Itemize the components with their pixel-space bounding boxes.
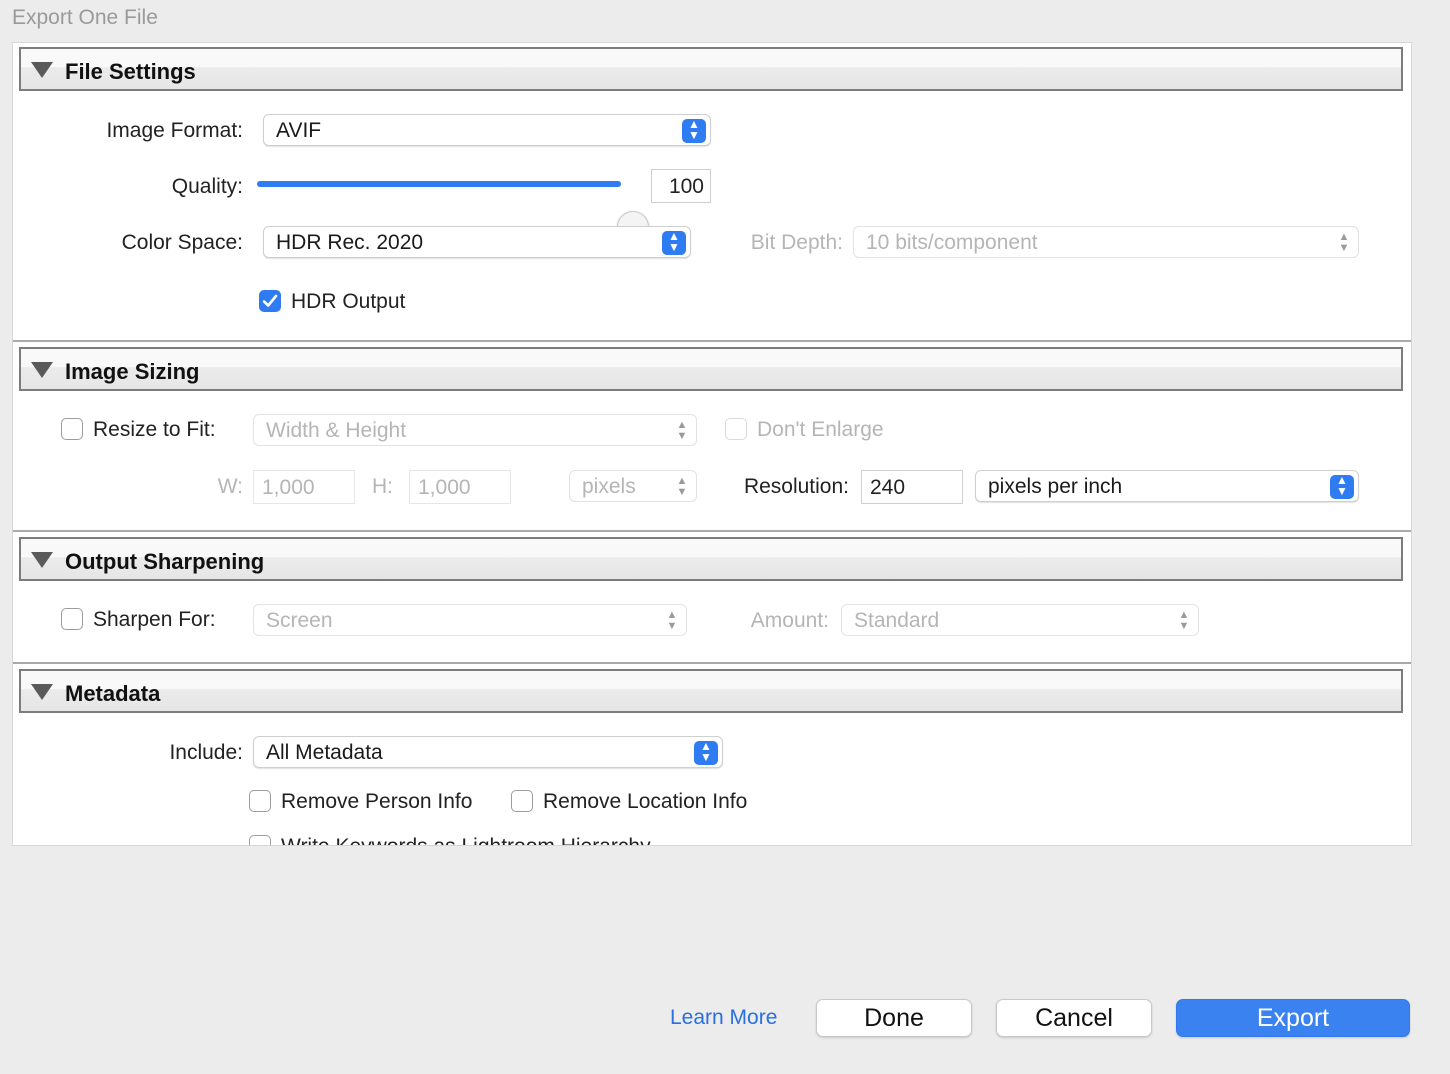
checkmark-icon [262,294,278,307]
section-header-image-sizing[interactable]: Image Sizing [19,347,1403,391]
bit-depth-popup[interactable]: 10 bits/component ▲ ▼ [853,226,1359,258]
hdr-output-checkbox[interactable] [259,290,281,312]
include-label: Include: [169,741,243,764]
popup-stepper-icon: ▲ ▼ [1338,231,1350,254]
size-units-popup[interactable]: pixels ▲ ▼ [569,470,697,502]
disclosure-triangle-icon[interactable] [31,62,53,78]
popup-stepper-icon: ▲ ▼ [662,230,686,255]
section-header-metadata[interactable]: Metadata [19,669,1403,713]
bit-depth-value: 10 bits/component [866,231,1038,254]
quality-slider-fill [257,181,621,187]
done-button[interactable]: Done [816,999,972,1037]
sharpen-for-popup[interactable]: Screen ▲ ▼ [253,604,687,636]
amount-label: Amount: [750,609,829,632]
remove-person-info-label: Remove Person Info [281,790,473,813]
height-label: H: [372,475,393,498]
amount-popup[interactable]: Standard ▲ ▼ [841,604,1199,636]
remove-person-info-checkbox[interactable] [249,790,271,812]
resolution-input[interactable]: 240 [861,470,963,504]
image-format-label: Image Format: [106,119,243,142]
write-keywords-checkbox[interactable] [249,835,271,845]
quality-slider-track[interactable] [257,181,621,187]
window-title: Export One File [12,6,158,29]
dont-enlarge-label: Don't Enlarge [757,418,884,441]
section-header-file-settings[interactable]: File Settings [19,47,1403,91]
section-header-output-sharpening[interactable]: Output Sharpening [19,537,1403,581]
color-space-label: Color Space: [121,231,243,254]
popup-stepper-icon: ▲ ▼ [676,475,688,498]
disclosure-triangle-icon[interactable] [31,552,53,568]
write-keywords-label: Write Keywords as Lightroom Hierarchy [281,835,651,845]
export-settings-panel[interactable]: File Settings Image Format: AVIF ▲ ▼ Qual… [12,42,1412,846]
image-format-popup[interactable]: AVIF ▲ ▼ [263,114,711,146]
popup-stepper-icon: ▲ ▼ [676,419,688,442]
export-button[interactable]: Export [1176,999,1410,1037]
quality-label: Quality: [171,175,243,198]
popup-stepper-icon: ▲ ▼ [694,740,718,765]
section-title: Image Sizing [65,359,200,384]
popup-stepper-icon: ▲ ▼ [666,609,678,632]
remove-location-info-label: Remove Location Info [543,790,748,813]
color-space-popup[interactable]: HDR Rec. 2020 ▲ ▼ [263,226,691,258]
sharpen-for-value: Screen [266,609,333,632]
resize-to-fit-checkbox[interactable] [61,418,83,440]
color-space-value: HDR Rec. 2020 [276,231,424,254]
resolution-label: Resolution: [743,475,849,498]
resize-to-fit-label: Resize to Fit: [93,418,216,441]
height-input[interactable]: 1,000 [409,470,511,504]
sharpen-for-label: Sharpen For: [93,608,216,631]
sharpen-for-checkbox[interactable] [61,608,83,630]
disclosure-triangle-icon[interactable] [31,362,53,378]
disclosure-triangle-icon[interactable] [31,684,53,700]
popup-stepper-icon: ▲ ▼ [1178,609,1190,632]
cancel-button[interactable]: Cancel [996,999,1152,1037]
size-units-value: pixels [582,475,636,498]
section-title: File Settings [65,59,196,84]
popup-stepper-icon: ▲ ▼ [682,118,706,143]
width-label: W: [217,475,243,498]
image-format-value: AVIF [276,119,322,142]
dont-enlarge-checkbox[interactable] [725,418,747,440]
section-divider [13,340,1411,342]
quality-input[interactable]: 100 [651,169,711,203]
include-metadata-popup[interactable]: All Metadata ▲ ▼ [253,736,723,768]
resolution-units-popup[interactable]: pixels per inch ▲ ▼ [975,470,1359,502]
section-divider [13,662,1411,664]
width-input[interactable]: 1,000 [253,470,355,504]
include-metadata-value: All Metadata [266,741,383,764]
resolution-units-value: pixels per inch [988,475,1123,498]
resize-mode-value: Width & Height [266,419,407,442]
learn-more-link[interactable]: Learn More [670,1006,777,1030]
section-divider [13,530,1411,532]
hdr-output-label: HDR Output [291,290,406,313]
section-title: Output Sharpening [65,549,265,574]
remove-location-info-checkbox[interactable] [511,790,533,812]
popup-stepper-icon: ▲ ▼ [1330,474,1354,499]
bit-depth-label: Bit Depth: [750,231,843,254]
amount-value: Standard [854,609,940,632]
resize-mode-popup[interactable]: Width & Height ▲ ▼ [253,414,697,446]
section-title: Metadata [65,681,161,706]
